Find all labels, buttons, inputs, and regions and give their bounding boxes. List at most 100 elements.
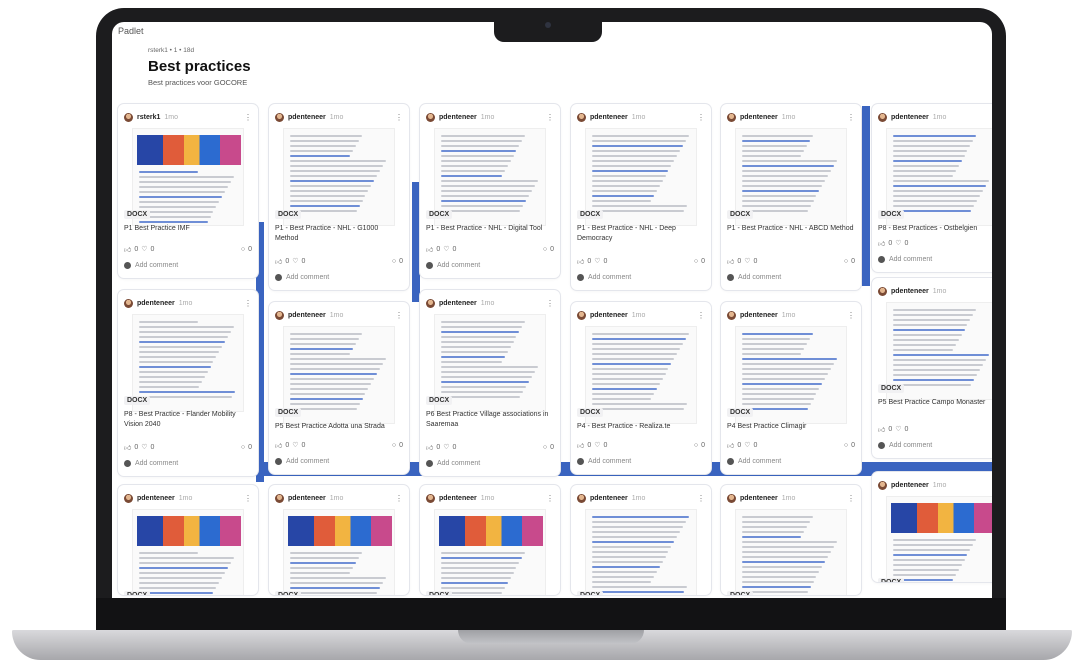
add-comment[interactable]: Add comment xyxy=(124,458,252,468)
avatar[interactable] xyxy=(275,493,284,503)
comment-icon[interactable]: ○ xyxy=(241,444,245,451)
add-comment[interactable]: Add comment xyxy=(426,260,554,270)
thumb-icon[interactable]: 👍︎ xyxy=(878,239,885,248)
post-author[interactable]: pdenteneer xyxy=(439,114,477,121)
post-author[interactable]: pdenteneer xyxy=(137,300,175,307)
post-author[interactable]: pdenteneer xyxy=(740,312,778,319)
avatar[interactable] xyxy=(878,480,887,490)
post-title[interactable]: P1 - Best Practice - NHL - Digital Tool xyxy=(426,224,554,234)
avatar[interactable] xyxy=(727,112,736,122)
heart-icon[interactable]: ♡ xyxy=(292,257,298,265)
thumb-icon[interactable]: 👍︎ xyxy=(275,257,282,266)
post-author[interactable]: pdenteneer xyxy=(891,114,929,121)
heart-icon[interactable]: ♡ xyxy=(895,239,901,247)
add-comment[interactable]: Add comment xyxy=(727,456,855,466)
post-author[interactable]: pdenteneer xyxy=(288,312,326,319)
post-author[interactable]: pdenteneer xyxy=(740,495,778,502)
post-card[interactable]: pdenteneer1mo⋮DOCXBest practice: Mols i … xyxy=(872,472,992,582)
more-icon[interactable]: ⋮ xyxy=(395,494,403,503)
more-icon[interactable]: ⋮ xyxy=(244,113,252,122)
avatar[interactable] xyxy=(124,298,133,308)
post-card[interactable]: pdenteneer1mo⋮DOCXBest practice: Bæredyg… xyxy=(269,485,409,595)
thumb-icon[interactable]: 👍︎ xyxy=(426,245,433,254)
more-icon[interactable]: ⋮ xyxy=(395,311,403,320)
thumb-icon[interactable]: 👍︎ xyxy=(727,441,734,450)
avatar[interactable] xyxy=(577,493,586,503)
heart-icon[interactable]: ♡ xyxy=(744,441,750,449)
heart-icon[interactable]: ♡ xyxy=(141,443,147,451)
add-comment[interactable]: Add comment xyxy=(577,272,705,282)
avatar[interactable] xyxy=(577,112,586,122)
post-author[interactable]: rsterk1 xyxy=(137,114,160,121)
post-card[interactable]: pdenteneer1mo⋮DOCXVillage associations xyxy=(721,485,861,595)
heart-icon[interactable]: ♡ xyxy=(443,245,449,253)
more-icon[interactable]: ⋮ xyxy=(697,311,705,320)
post-author[interactable]: pdenteneer xyxy=(891,288,929,295)
post-author[interactable]: pdenteneer xyxy=(590,312,628,319)
comment-icon[interactable]: ○ xyxy=(241,246,245,253)
thumb-icon[interactable]: 👍︎ xyxy=(577,441,584,450)
add-comment[interactable]: Add comment xyxy=(275,272,403,282)
avatar[interactable] xyxy=(878,286,887,296)
comment-icon[interactable]: ○ xyxy=(694,258,698,265)
avatar[interactable] xyxy=(577,310,586,320)
avatar[interactable] xyxy=(426,493,435,503)
more-icon[interactable]: ⋮ xyxy=(546,113,554,122)
post-title[interactable]: P4 Best Practice Climagir xyxy=(727,422,855,432)
post-author[interactable]: pdenteneer xyxy=(740,114,778,121)
post-card[interactable]: rsterk1 1mo ⋮ DOCX P1 Best Practice IMF 👍︎ 0 ♡ 0… xyxy=(118,104,258,278)
attachment-preview[interactable] xyxy=(132,509,244,595)
comment-icon[interactable]: ○ xyxy=(844,442,848,449)
post-title[interactable]: P8 - Best Practices - Ostbelgien xyxy=(878,224,992,234)
post-title[interactable]: P6 Best Practice Village associations in… xyxy=(426,410,554,430)
post-author[interactable]: pdenteneer xyxy=(288,495,326,502)
comment-icon[interactable]: ○ xyxy=(543,444,547,451)
avatar[interactable] xyxy=(124,493,133,503)
comment-icon[interactable]: ○ xyxy=(392,258,396,265)
heart-icon[interactable]: ♡ xyxy=(594,257,600,265)
app-brand[interactable]: Padlet xyxy=(118,26,144,36)
post-author[interactable]: pdenteneer xyxy=(439,300,477,307)
post-title[interactable]: P8 - Best Practice - Flander Mobility Vi… xyxy=(124,410,252,430)
attachment-preview[interactable] xyxy=(434,509,546,595)
add-comment[interactable]: Add comment xyxy=(727,272,855,282)
heart-icon[interactable]: ♡ xyxy=(594,441,600,449)
more-icon[interactable]: ⋮ xyxy=(847,494,855,503)
thumb-icon[interactable]: 👍︎ xyxy=(426,443,433,452)
avatar[interactable] xyxy=(275,310,284,320)
post-card[interactable]: pdenteneer 1mo ⋮ DOCX P5 Best Practice Adott… xyxy=(269,302,409,474)
post-author[interactable]: pdenteneer xyxy=(288,114,326,121)
add-comment[interactable]: Add comment xyxy=(124,260,252,270)
post-card[interactable]: pdenteneer 1mo ⋮ DOCX P6 Best Practice Villa… xyxy=(420,290,560,476)
post-card[interactable]: pdenteneer 1mo ⋮ DOCX P4 Best Practice Clima… xyxy=(721,302,861,474)
thumb-icon[interactable]: 👍︎ xyxy=(727,257,734,266)
post-card[interactable]: pdenteneer1mo ⋮ DOCX xyxy=(571,485,711,595)
post-title[interactable]: P1 Best Practice IMF xyxy=(124,224,252,234)
add-comment[interactable]: Add comment xyxy=(878,440,992,450)
post-card[interactable]: pdenteneer1mo⋮DOCXBest practice: Anholt.… xyxy=(420,485,560,595)
more-icon[interactable]: ⋮ xyxy=(697,113,705,122)
post-title[interactable]: P5 Best Practice Campo Monaster xyxy=(878,398,992,408)
post-author[interactable]: pdenteneer xyxy=(891,482,929,489)
attachment-preview[interactable] xyxy=(283,509,395,595)
comment-icon[interactable]: ○ xyxy=(392,442,396,449)
avatar[interactable] xyxy=(727,310,736,320)
add-comment[interactable]: Add comment xyxy=(878,254,992,264)
avatar[interactable] xyxy=(426,112,435,122)
post-card[interactable]: pdenteneer 1mo ⋮ DOCX P8 - Best Practice - F… xyxy=(118,290,258,476)
post-card[interactable]: pdenteneer1mo⋮ DOCX P5 Best Practice Campo… xyxy=(872,278,992,458)
post-card[interactable]: pdenteneer 1mo ⋮ DOCX P4 - Best Practice - R… xyxy=(571,302,711,474)
post-title[interactable]: P1 - Best Practice - NHL - Deep Democrac… xyxy=(577,224,705,244)
post-card[interactable]: pdenteneer 1mo ⋮ DOCX P1 - Best Practice - N… xyxy=(571,104,711,290)
more-icon[interactable]: ⋮ xyxy=(395,113,403,122)
post-title[interactable]: P1 - Best Practice - NHL - ABCD Method xyxy=(727,224,855,234)
avatar[interactable] xyxy=(727,493,736,503)
heart-icon[interactable]: ♡ xyxy=(895,425,901,433)
comment-icon[interactable]: ○ xyxy=(694,442,698,449)
post-title[interactable]: P5 Best Practice Adotta una Strada xyxy=(275,422,403,432)
heart-icon[interactable]: ♡ xyxy=(141,245,147,253)
thumb-icon[interactable]: 👍︎ xyxy=(124,245,131,254)
post-title[interactable]: P4 - Best Practice - Realiza.te xyxy=(577,422,705,432)
thumb-icon[interactable]: 👍︎ xyxy=(124,443,131,452)
thumb-icon[interactable]: 👍︎ xyxy=(577,257,584,266)
